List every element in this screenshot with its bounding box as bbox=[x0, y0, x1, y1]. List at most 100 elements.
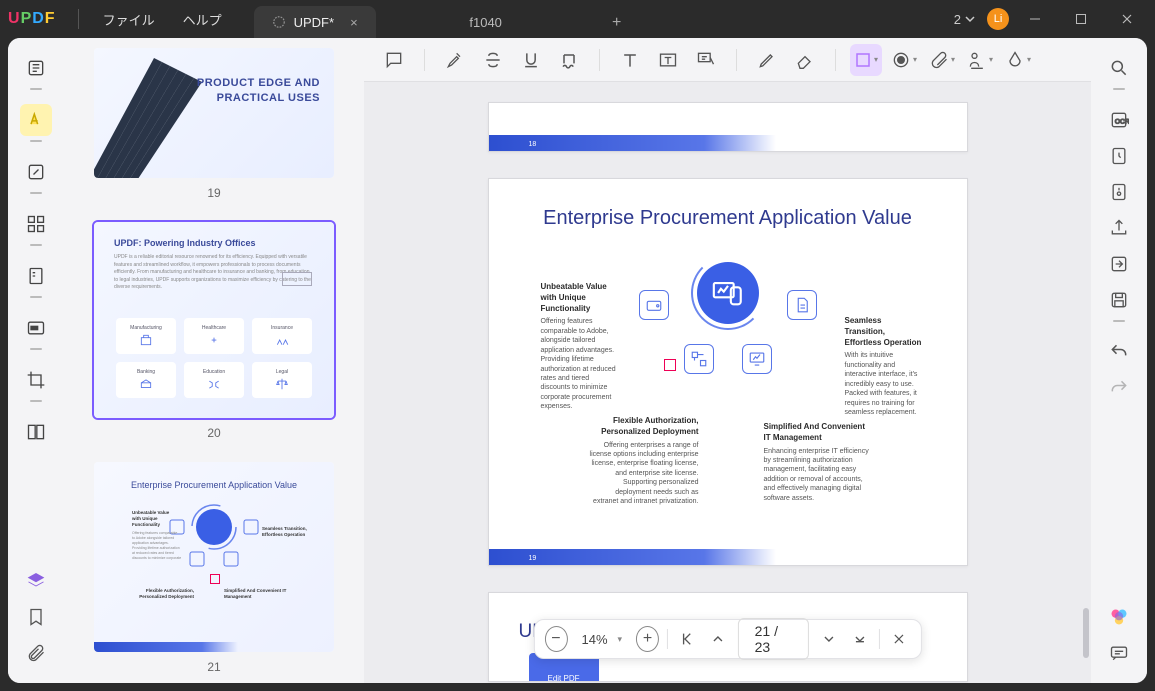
svg-text:Providing lifetime authorizati: Providing lifetime authorization bbox=[132, 546, 180, 550]
protect-button[interactable] bbox=[1103, 140, 1135, 172]
titlebar-right: 2 Li bbox=[954, 4, 1147, 34]
search-button[interactable] bbox=[1103, 52, 1135, 84]
layers-button[interactable] bbox=[20, 565, 52, 597]
window-minimize-button[interactable] bbox=[1015, 4, 1055, 34]
crop-tool-button[interactable] bbox=[20, 364, 52, 396]
tab-f1040[interactable]: f1040 bbox=[376, 6, 596, 38]
app-logo: UPDF bbox=[8, 10, 56, 28]
form-tool-button[interactable] bbox=[20, 260, 52, 292]
squiggly-tool-button[interactable] bbox=[553, 44, 585, 76]
annotation-toolbar: ▾ ▾ ▾ ▾ ▾ bbox=[364, 38, 1091, 82]
next-page-button[interactable] bbox=[817, 626, 840, 652]
thumb20-box bbox=[282, 272, 312, 286]
titlebar: UPDF ファイル ヘルプ UPDF* × f1040 + 2 Li bbox=[0, 0, 1155, 38]
svg-text:Flexible Authorization,: Flexible Authorization, bbox=[146, 588, 194, 593]
export-button[interactable] bbox=[1103, 248, 1135, 280]
undo-button[interactable] bbox=[1103, 336, 1135, 368]
pencil-tool-button[interactable] bbox=[751, 44, 783, 76]
compare-tool-button[interactable] bbox=[20, 416, 52, 448]
transfer-icon bbox=[684, 344, 714, 374]
workspace: PRODUCT EDGE AND PRACTICAL USES 19 UPDF:… bbox=[8, 38, 1147, 683]
add-tab-button[interactable]: + bbox=[602, 8, 632, 38]
svg-text:Offering features comparable: Offering features comparable bbox=[132, 531, 177, 535]
thumb21-title: Enterprise Procurement Application Value bbox=[94, 462, 334, 490]
first-page-button[interactable] bbox=[676, 626, 699, 652]
thumb-title-2: PRACTICAL USES bbox=[197, 91, 320, 106]
svg-text:OCR: OCR bbox=[1115, 118, 1129, 125]
page-indicator[interactable]: 21 / 23 bbox=[738, 618, 810, 660]
save-button[interactable] bbox=[1103, 284, 1135, 316]
eraser-tool-button[interactable] bbox=[789, 44, 821, 76]
left-toolbar bbox=[8, 38, 64, 683]
close-bar-button[interactable] bbox=[888, 626, 911, 652]
zoom-select[interactable]: 14% ▾ bbox=[575, 632, 628, 647]
notification-badge[interactable]: 2 bbox=[954, 12, 975, 27]
chat-button[interactable] bbox=[1103, 637, 1135, 669]
rectangle-tool-button[interactable]: ▾ bbox=[850, 44, 882, 76]
textbox-tool-button[interactable] bbox=[652, 44, 684, 76]
highlighter-tool-button[interactable] bbox=[439, 44, 471, 76]
underline-tool-button[interactable] bbox=[515, 44, 547, 76]
document-icon bbox=[787, 290, 817, 320]
slide-current: Enterprise Procurement Application Value… bbox=[488, 178, 968, 566]
menu-help[interactable]: ヘルプ bbox=[183, 10, 222, 29]
callout-tool-button[interactable] bbox=[690, 44, 722, 76]
stamp-tool-button[interactable]: ▾ bbox=[888, 44, 920, 76]
separator bbox=[78, 9, 79, 29]
attach-tool-button[interactable]: ▾ bbox=[926, 44, 958, 76]
zoom-out-button[interactable]: − bbox=[544, 626, 567, 652]
ai-button[interactable] bbox=[1103, 601, 1135, 633]
unsaved-icon bbox=[272, 15, 286, 29]
thumb20-title: UPDF: Powering Industry Offices bbox=[114, 238, 314, 248]
page-view[interactable]: 18 Enterprise Procurement Application Va… bbox=[364, 82, 1091, 683]
tab-close-button[interactable]: × bbox=[350, 15, 358, 30]
flatten-button[interactable] bbox=[1103, 176, 1135, 208]
thumb-number: 21 bbox=[94, 660, 334, 674]
main-area: ▾ ▾ ▾ ▾ ▾ 18 Enterprise Procurement Appl… bbox=[364, 38, 1091, 683]
edit-tool-button[interactable] bbox=[20, 156, 52, 188]
window-maximize-button[interactable] bbox=[1061, 4, 1101, 34]
svg-text:Management: Management bbox=[224, 594, 252, 599]
svg-text:Seamless Transition,: Seamless Transition, bbox=[262, 526, 307, 531]
selection-marker bbox=[210, 574, 220, 584]
badge-count: 2 bbox=[954, 12, 961, 27]
selection-marker bbox=[664, 359, 676, 371]
prev-page-button[interactable] bbox=[707, 626, 730, 652]
svg-text:to Adobe alongside tailored: to Adobe alongside tailored bbox=[132, 536, 174, 540]
last-page-button[interactable] bbox=[848, 626, 871, 652]
scrollbar-thumb[interactable] bbox=[1083, 608, 1089, 658]
redo-button[interactable] bbox=[1103, 372, 1135, 404]
thumbnail-20[interactable]: UPDF: Powering Industry Offices UPDF is … bbox=[94, 222, 334, 418]
monitor-icon bbox=[742, 344, 772, 374]
reader-mode-button[interactable] bbox=[20, 52, 52, 84]
svg-text:application advantages.: application advantages. bbox=[132, 541, 169, 545]
highlight-tool-button[interactable] bbox=[20, 104, 52, 136]
svg-text:discounts to minimize corporat: discounts to minimize corporate bbox=[132, 556, 181, 560]
avatar[interactable]: Li bbox=[987, 8, 1009, 30]
attachment-button[interactable] bbox=[20, 637, 52, 669]
comment-tool-button[interactable] bbox=[378, 44, 410, 76]
ink-tool-button[interactable]: ▾ bbox=[1002, 44, 1034, 76]
window-close-button[interactable] bbox=[1107, 4, 1147, 34]
redact-tool-button[interactable] bbox=[20, 312, 52, 344]
ocr-button[interactable]: OCR bbox=[1103, 104, 1135, 136]
thumb-title-1: PRODUCT EDGE AND bbox=[197, 76, 320, 91]
building-graphic bbox=[94, 48, 224, 178]
svg-text:with Unique: with Unique bbox=[131, 516, 158, 521]
bottom-controls: − 14% ▾ + 21 / 23 bbox=[533, 619, 921, 659]
zoom-in-button[interactable]: + bbox=[636, 626, 659, 652]
svg-text:Simplified And Convenient IT: Simplified And Convenient IT bbox=[224, 588, 287, 593]
tab-updf[interactable]: UPDF* × bbox=[254, 6, 376, 38]
organize-tool-button[interactable] bbox=[20, 208, 52, 240]
signature-tool-button[interactable]: ▾ bbox=[964, 44, 996, 76]
strikethrough-tool-button[interactable] bbox=[477, 44, 509, 76]
bookmark-button[interactable] bbox=[20, 601, 52, 633]
thumbnail-21[interactable]: Enterprise Procurement Application Value… bbox=[94, 462, 334, 652]
svg-text:Personalized Deployment: Personalized Deployment bbox=[139, 594, 194, 599]
thumbnail-panel[interactable]: PRODUCT EDGE AND PRACTICAL USES 19 UPDF:… bbox=[64, 38, 364, 683]
tab-label: f1040 bbox=[469, 15, 502, 30]
thumbnail-19[interactable]: PRODUCT EDGE AND PRACTICAL USES bbox=[94, 48, 334, 178]
menu-file[interactable]: ファイル bbox=[103, 10, 155, 29]
text-tool-button[interactable] bbox=[614, 44, 646, 76]
share-button[interactable] bbox=[1103, 212, 1135, 244]
